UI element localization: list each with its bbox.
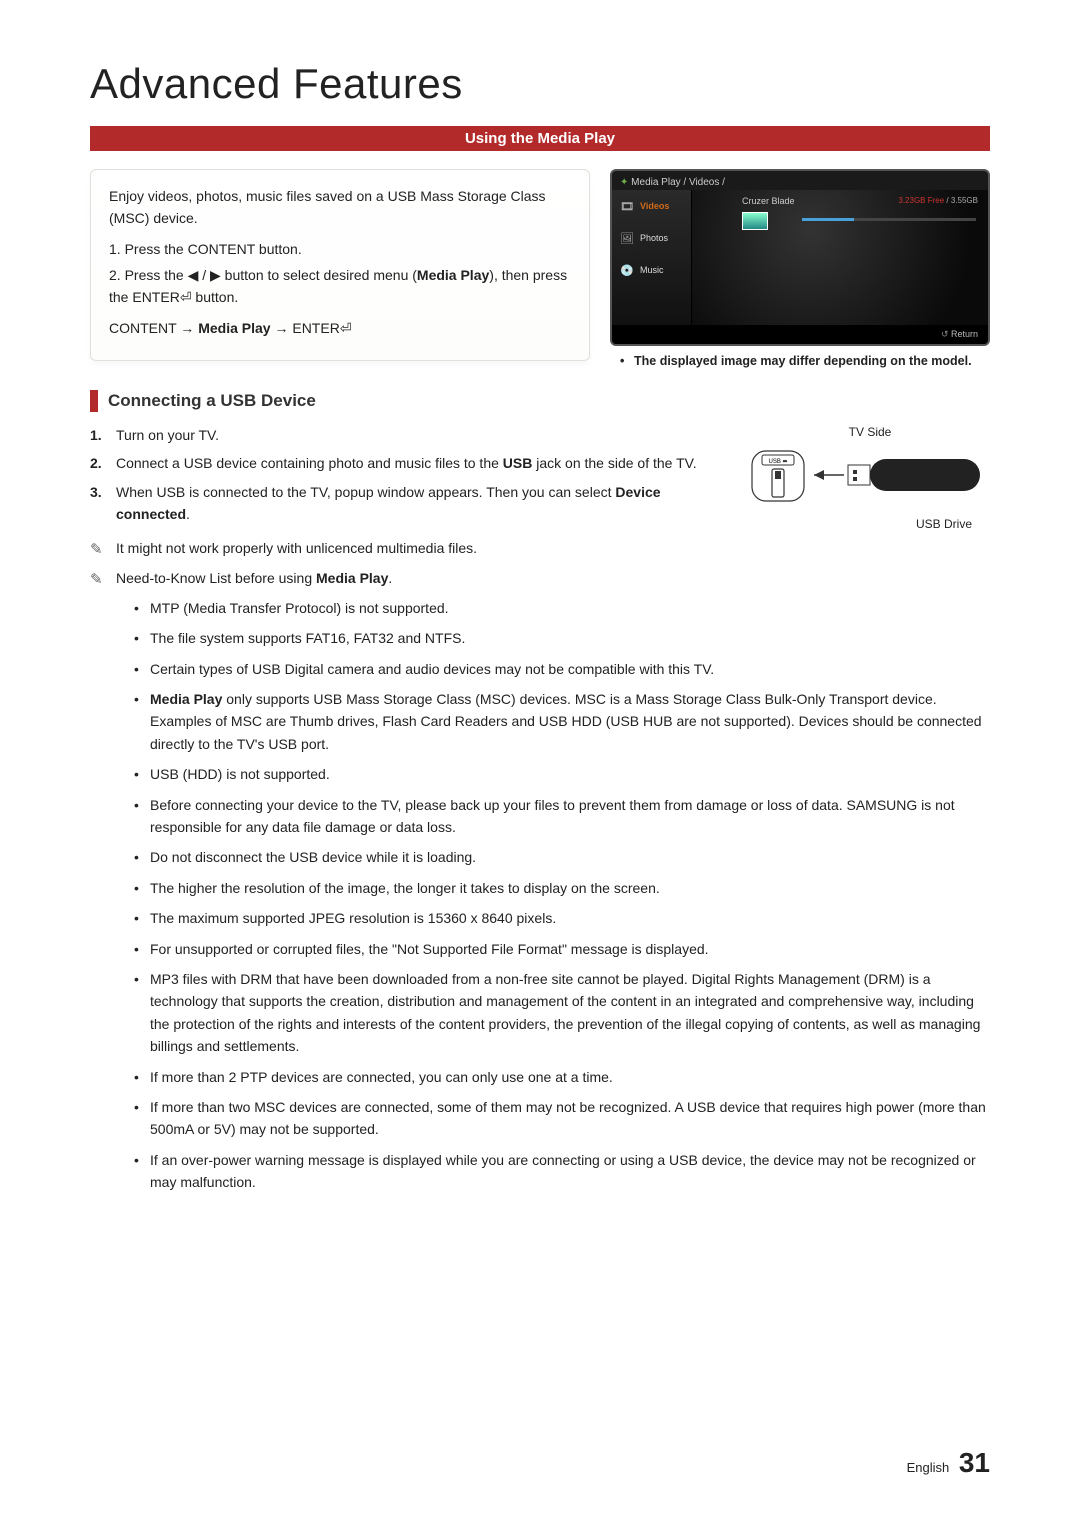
list-item: The higher the resolution of the image, … bbox=[134, 877, 990, 899]
usb-diagram-svg: USB ⬌ bbox=[750, 441, 990, 521]
note-1: ✎ It might not work properly with unlice… bbox=[90, 538, 990, 561]
tv-nav-videos[interactable]: 🎞 Videos bbox=[612, 190, 691, 222]
tv-caption: The displayed image may differ depending… bbox=[610, 354, 990, 368]
subsection-heading: Connecting a USB Device bbox=[90, 390, 990, 412]
usb-step-1: 1. Turn on your TV. bbox=[90, 424, 730, 446]
page-footer: English 31 bbox=[907, 1447, 990, 1479]
usb-step-3: 3. When USB is connected to the TV, popu… bbox=[90, 481, 730, 526]
usb-diagram: TV Side USB ⬌ USB Drive bbox=[750, 424, 990, 532]
list-item: MTP (Media Transfer Protocol) is not sup… bbox=[134, 597, 990, 619]
film-icon: 🎞 bbox=[620, 200, 634, 212]
usb-step-2: 2. Connect a USB device containing photo… bbox=[90, 452, 730, 474]
list-item: The maximum supported JPEG resolution is… bbox=[134, 907, 990, 929]
tv-screenshot: ✦ Media Play / Videos / 🎞 Videos 🖼 Photo… bbox=[610, 169, 990, 346]
page-title: Advanced Features bbox=[90, 60, 990, 108]
enter-icon: ⏎ bbox=[180, 289, 192, 305]
intro-box: Enjoy videos, photos, music files saved … bbox=[90, 169, 590, 361]
tv-return-button[interactable]: Return bbox=[612, 325, 988, 344]
tv-breadcrumb: ✦ Media Play / Videos / bbox=[612, 171, 988, 190]
usb-diagram-tv-label: TV Side bbox=[750, 424, 990, 441]
list-item: Before connecting your device to the TV,… bbox=[134, 794, 990, 839]
section-banner: Using the Media Play bbox=[90, 126, 990, 151]
tv-content-panel: Cruzer Blade 3.23GB Free / 3.55GB bbox=[692, 190, 988, 325]
need-to-know-list: MTP (Media Transfer Protocol) is not sup… bbox=[90, 597, 990, 1194]
music-icon: 💿 bbox=[620, 264, 634, 276]
list-item: If more than two MSC devices are connect… bbox=[134, 1096, 990, 1141]
tv-device-label: Cruzer Blade bbox=[742, 196, 795, 206]
list-item: Certain types of USB Digital camera and … bbox=[134, 658, 990, 680]
list-item: For unsupported or corrupted files, the … bbox=[134, 938, 990, 960]
list-item: The file system supports FAT16, FAT32 an… bbox=[134, 627, 990, 649]
nav-path: CONTENT → Media Play → ENTER⏎ bbox=[109, 318, 571, 340]
tv-screenshot-column: ✦ Media Play / Videos / 🎞 Videos 🖼 Photo… bbox=[610, 169, 990, 368]
tv-nav-music[interactable]: 💿 Music bbox=[612, 254, 691, 286]
tv-nav: 🎞 Videos 🖼 Photos 💿 Music bbox=[612, 190, 692, 325]
intro-paragraph: Enjoy videos, photos, music files saved … bbox=[109, 186, 571, 229]
photo-icon: 🖼 bbox=[620, 232, 634, 244]
usb-port-label: USB ⬌ bbox=[768, 459, 787, 465]
usb-steps: 1. Turn on your TV. 2. Connect a USB dev… bbox=[90, 424, 730, 532]
left-right-arrow-icon: ◀ / ▶ bbox=[188, 267, 221, 283]
enter-icon: ⏎ bbox=[340, 320, 352, 336]
tv-storage-label: 3.23GB Free / 3.55GB bbox=[898, 196, 978, 205]
tv-nav-photos[interactable]: 🖼 Photos bbox=[612, 222, 691, 254]
list-item: If more than 2 PTP devices are connected… bbox=[134, 1066, 990, 1088]
tv-progress-bar bbox=[802, 218, 976, 221]
note-icon: ✎ bbox=[90, 538, 108, 561]
note-icon: ✎ bbox=[90, 568, 108, 591]
intro-step-1: 1. Press the CONTENT button. bbox=[109, 239, 571, 261]
list-item: If an over-power warning message is disp… bbox=[134, 1149, 990, 1194]
page-number: 31 bbox=[959, 1447, 990, 1478]
red-bar-icon bbox=[90, 390, 98, 412]
intro-step-2: 2. Press the ◀ / ▶ button to select desi… bbox=[109, 265, 571, 308]
list-item: Do not disconnect the USB device while i… bbox=[134, 846, 990, 868]
list-item: USB (HDD) is not supported. bbox=[134, 763, 990, 785]
tv-thumbnail bbox=[742, 212, 768, 230]
list-item: MP3 files with DRM that have been downlo… bbox=[134, 968, 990, 1058]
list-item: Media Play only supports USB Mass Storag… bbox=[134, 688, 990, 755]
note-2: ✎ Need-to-Know List before using Media P… bbox=[90, 568, 990, 591]
